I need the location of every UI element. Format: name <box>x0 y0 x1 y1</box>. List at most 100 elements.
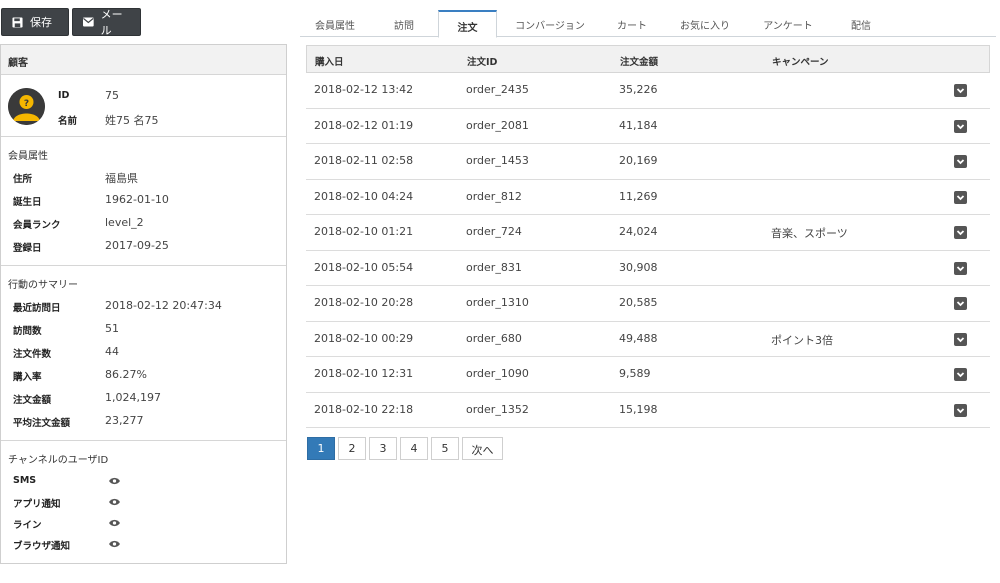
expand-row-button[interactable] <box>954 226 967 239</box>
channel-ids-title: チャンネルのユーザID <box>8 455 109 466</box>
expand-row-button[interactable] <box>954 190 967 204</box>
table-row: 2018-02-12 01:19 order_2081 41,184 <box>306 109 990 144</box>
page-5-button[interactable]: 5 <box>431 437 459 460</box>
page-3-button[interactable]: 3 <box>369 437 397 460</box>
chevron-down-icon <box>956 123 965 129</box>
channel-row-app: アプリ通知 <box>1 492 286 514</box>
tab-conversion[interactable]: コンバージョン <box>500 10 600 37</box>
page-2-button[interactable]: 2 <box>338 437 366 460</box>
identity-row-id: ID 75 <box>1 86 286 108</box>
order-id-cell: order_724 <box>466 225 522 238</box>
expand-row-button[interactable] <box>954 368 967 381</box>
order-date-cell: 2018-02-10 22:18 <box>314 402 414 416</box>
summary-value: 86.27% <box>105 368 147 381</box>
expand-row-button[interactable] <box>954 119 967 133</box>
page-1-button[interactable]: 1 <box>307 437 335 460</box>
channel-row-line: ライン <box>1 513 286 535</box>
order-id-cell: order_1310 <box>466 296 529 309</box>
column-header-campaign: キャンペーン <box>772 57 829 68</box>
eye-icon[interactable] <box>109 519 120 527</box>
expand-row-button[interactable] <box>954 84 967 97</box>
tab-orders[interactable]: 注文 <box>438 10 497 38</box>
tab-member-attrs[interactable]: 会員属性 <box>300 10 370 37</box>
behavior-summary-title: 行動のサマリー <box>8 280 78 291</box>
channel-label: SMS <box>13 475 37 486</box>
order-id-cell: order_831 <box>466 260 522 274</box>
mail-button-label: メール <box>100 8 123 37</box>
attr-value: 1962-01-10 <box>105 193 169 206</box>
attr-row: 登録日 2017-09-25 <box>1 236 286 258</box>
page-4-button[interactable]: 4 <box>400 437 428 460</box>
table-header: 購入日 注文ID 注文金額 キャンペーン <box>306 45 990 73</box>
column-header-id: 注文ID <box>467 57 498 68</box>
eye-icon[interactable] <box>109 498 120 506</box>
summary-label: 注文件数 <box>13 349 52 360</box>
chevron-down-icon <box>956 265 965 271</box>
expand-row-button[interactable] <box>954 155 967 168</box>
order-amount-cell: 15,198 <box>619 402 658 416</box>
order-id-cell: order_680 <box>466 331 522 345</box>
save-button[interactable]: 保存 <box>1 8 69 36</box>
table-body: 2018-02-12 13:42 order_2435 35,226 2018-02-… <box>306 73 990 428</box>
order-amount-cell: 49,488 <box>619 331 658 345</box>
tab-delivery[interactable]: 配信 <box>830 10 892 37</box>
order-id-cell: order_2081 <box>466 118 529 132</box>
eye-icon[interactable] <box>109 477 120 485</box>
summary-value: 51 <box>105 322 119 335</box>
order-date-cell: 2018-02-10 00:29 <box>314 331 414 345</box>
order-amount-cell: 24,024 <box>619 225 658 238</box>
summary-row: 注文件数 44 <box>1 342 286 364</box>
expand-row-button[interactable] <box>954 332 967 346</box>
attr-row: 会員ランク level_2 <box>1 213 286 235</box>
order-id-cell: order_1352 <box>466 402 529 416</box>
chevron-down-icon <box>956 372 965 378</box>
table-row: 2018-02-12 13:42 order_2435 35,226 <box>306 73 990 109</box>
order-amount-cell: 20,585 <box>619 296 658 309</box>
channel-row-browser: ブラウザ通知 <box>1 534 286 556</box>
order-date-cell: 2018-02-12 13:42 <box>314 83 414 96</box>
chevron-down-icon <box>956 159 965 165</box>
summary-value: 44 <box>105 345 119 358</box>
mail-button[interactable]: メール <box>72 8 141 37</box>
tab-favorites[interactable]: お気に入り <box>664 10 746 37</box>
chevron-down-icon <box>956 407 965 413</box>
behavior-summary-section: 行動のサマリー 最近訪問日 2018-02-12 20:47:34 訪問数 51… <box>1 266 286 441</box>
order-campaign-cell: 音楽、スポーツ <box>771 227 848 240</box>
id-label: ID <box>58 90 70 101</box>
channel-row-sms: SMS <box>1 471 286 493</box>
chevron-down-icon <box>956 230 965 236</box>
channel-label: ライン <box>13 520 42 531</box>
attr-row: 誕生日 1962-01-10 <box>1 190 286 212</box>
order-amount-cell: 35,226 <box>619 83 658 96</box>
attr-value: level_2 <box>105 216 144 229</box>
summary-label: 訪問数 <box>13 326 42 337</box>
table-row: 2018-02-10 20:28 order_1310 20,585 <box>306 286 990 322</box>
next-page-button[interactable]: 次へ <box>462 437 503 460</box>
table-row: 2018-02-10 00:29 order_680 49,488 ポイント3倍 <box>306 322 990 357</box>
table-row: 2018-02-10 04:24 order_812 11,269 <box>306 180 990 215</box>
order-id-cell: order_2435 <box>466 83 529 96</box>
envelope-icon <box>83 17 94 27</box>
save-button-label: 保存 <box>30 16 52 29</box>
customer-panel-header: 顧客 <box>1 45 286 75</box>
order-date-cell: 2018-02-10 04:24 <box>314 189 414 203</box>
order-campaign-cell: ポイント3倍 <box>771 333 833 347</box>
orders-table: 購入日 注文ID 注文金額 キャンペーン 2018-02-12 13:42 ord… <box>306 45 990 428</box>
table-row: 2018-02-10 12:31 order_1090 9,589 <box>306 357 990 393</box>
summary-value: 2018-02-12 20:47:34 <box>105 299 222 312</box>
column-header-date: 購入日 <box>315 57 344 68</box>
tab-visits[interactable]: 訪問 <box>370 10 438 37</box>
expand-row-button[interactable] <box>954 403 967 417</box>
expand-row-button[interactable] <box>954 297 967 310</box>
tab-cart[interactable]: カート <box>600 10 664 37</box>
order-date-cell: 2018-02-10 12:31 <box>314 367 414 380</box>
summary-label: 平均注文金額 <box>13 418 71 429</box>
eye-icon[interactable] <box>109 540 120 548</box>
floppy-disk-icon <box>12 16 23 28</box>
channel-label: ブラウザ通知 <box>13 541 71 552</box>
expand-row-button[interactable] <box>954 261 967 275</box>
tab-survey[interactable]: アンケート <box>746 10 830 37</box>
identity-row-name: 名前 姓75 名75 <box>1 109 286 131</box>
summary-row: 最近訪問日 2018-02-12 20:47:34 <box>1 296 286 318</box>
attr-row: 住所 福島県 <box>1 167 286 189</box>
